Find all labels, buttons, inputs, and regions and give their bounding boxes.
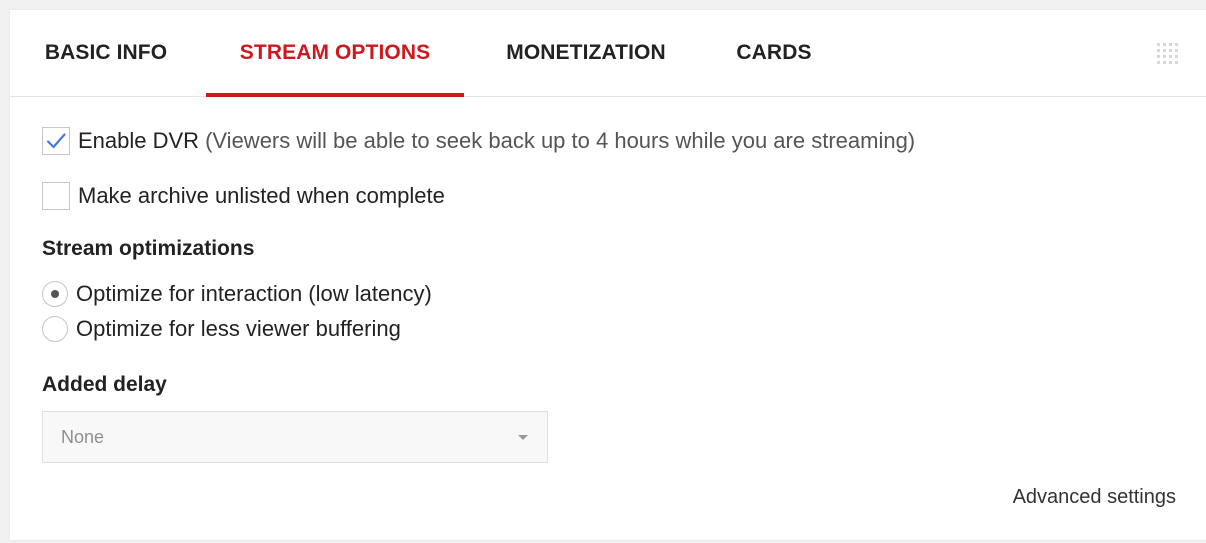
advanced-settings-link[interactable]: Advanced settings — [1013, 486, 1176, 509]
tab-cards[interactable]: CARDS — [732, 10, 816, 96]
added-delay-title: Added delay — [42, 373, 167, 396]
optimize-interaction-row[interactable]: Optimize for interaction (low latency) — [42, 279, 432, 309]
stream-options-panel: BASIC INFO STREAM OPTIONS MONETIZATION C… — [10, 10, 1206, 540]
optimize-interaction-label: Optimize for interaction (low latency) — [76, 281, 432, 306]
enable-dvr-hint: (Viewers will be able to seek back up to… — [205, 128, 916, 153]
tab-label: BASIC INFO — [44, 41, 168, 64]
added-delay-select[interactable]: None — [42, 411, 548, 463]
tab-label: CARDS — [736, 41, 812, 64]
optimize-interaction-radio[interactable] — [42, 281, 68, 307]
enable-dvr-label: Enable DVR — [78, 128, 200, 153]
tab-monetization[interactable]: MONETIZATION — [498, 10, 674, 96]
optimize-buffering-label: Optimize for less viewer buffering — [76, 316, 401, 341]
checkmark-icon — [46, 133, 66, 149]
enable-dvr-row[interactable]: Enable DVR (Viewers will be able to seek… — [42, 125, 915, 157]
unlisted-archive-checkbox[interactable] — [42, 182, 70, 210]
unlisted-archive-label: Make archive unlisted when complete — [78, 183, 445, 208]
added-delay-value: None — [61, 427, 105, 447]
optimize-buffering-radio[interactable] — [42, 316, 68, 342]
unlisted-archive-row[interactable]: Make archive unlisted when complete — [42, 180, 445, 212]
active-tab-indicator — [206, 93, 464, 97]
stream-optimizations-title: Stream optimizations — [42, 237, 255, 260]
enable-dvr-checkbox[interactable] — [42, 127, 70, 155]
radio-selected-dot — [51, 290, 59, 298]
tab-label: STREAM OPTIONS — [239, 41, 431, 64]
tab-basic-info[interactable]: BASIC INFO — [42, 10, 170, 96]
caret-down-icon — [518, 435, 528, 440]
grid-dots-icon[interactable] — [1154, 40, 1180, 66]
tab-bar: BASIC INFO STREAM OPTIONS MONETIZATION C… — [10, 10, 1206, 97]
tab-label: MONETIZATION — [506, 41, 666, 64]
tab-stream-options[interactable]: STREAM OPTIONS — [206, 10, 464, 97]
optimize-buffering-row[interactable]: Optimize for less viewer buffering — [42, 314, 401, 344]
